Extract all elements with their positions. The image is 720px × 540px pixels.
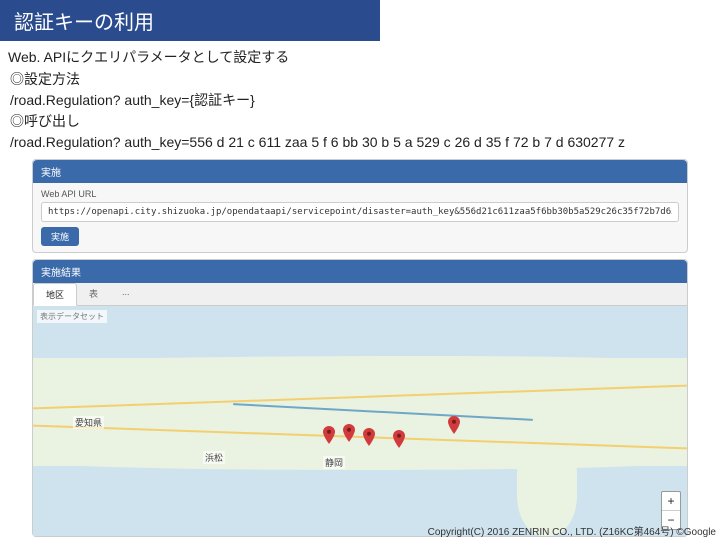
map-marker-icon[interactable] <box>323 426 335 438</box>
map-sea <box>33 306 687 358</box>
url-input[interactable] <box>41 202 679 222</box>
url-field-label: Web API URL <box>41 189 679 199</box>
map-copyright: Copyright(C) 2016 ZENRIN CO., LTD. (Z16K… <box>428 523 716 538</box>
result-tabs: 地区 表 ... <box>33 283 687 306</box>
method-example: /road.Regulation? auth_key={認証キー} <box>10 90 720 111</box>
map-marker-icon[interactable] <box>393 430 405 442</box>
tab-more[interactable]: ... <box>110 283 142 305</box>
call-example: /road.Regulation? auth_key=556 d 21 c 61… <box>10 132 720 153</box>
map-road <box>33 385 687 410</box>
map-road <box>33 425 687 450</box>
call-label: ◎呼び出し <box>10 111 720 132</box>
map-road <box>233 403 533 421</box>
map-viewport[interactable]: 表示データセット 愛知県 静岡 浜松 + − <box>33 306 687 536</box>
city-label: 愛知県 <box>73 416 104 429</box>
submit-button[interactable]: 実施 <box>41 227 79 246</box>
tab-map[interactable]: 地区 <box>33 283 77 306</box>
request-panel: 実施 Web API URL 実施 <box>32 159 688 253</box>
body-text: ◎設定方法 /road.Regulation? auth_key={認証キー} … <box>10 69 720 153</box>
result-panel-header: 実施結果 <box>33 260 687 283</box>
tab-list[interactable]: 表 <box>77 283 110 305</box>
city-label: 浜松 <box>203 451 225 464</box>
method-label: ◎設定方法 <box>10 69 720 90</box>
subtitle: Web. APIにクエリパラメータとして設定する <box>8 47 720 67</box>
map-marker-icon[interactable] <box>448 416 460 428</box>
result-panel: 実施結果 地区 表 ... 表示データセット 愛知県 静岡 浜松 <box>32 259 688 537</box>
page-title: 認証キーの利用 <box>0 0 380 41</box>
map-marker-icon[interactable] <box>343 424 355 436</box>
zoom-in-button[interactable]: + <box>662 492 680 511</box>
dataset-label: 表示データセット <box>37 310 107 323</box>
city-label: 静岡 <box>323 456 345 469</box>
request-panel-header: 実施 <box>33 160 687 183</box>
map-marker-icon[interactable] <box>363 428 375 440</box>
